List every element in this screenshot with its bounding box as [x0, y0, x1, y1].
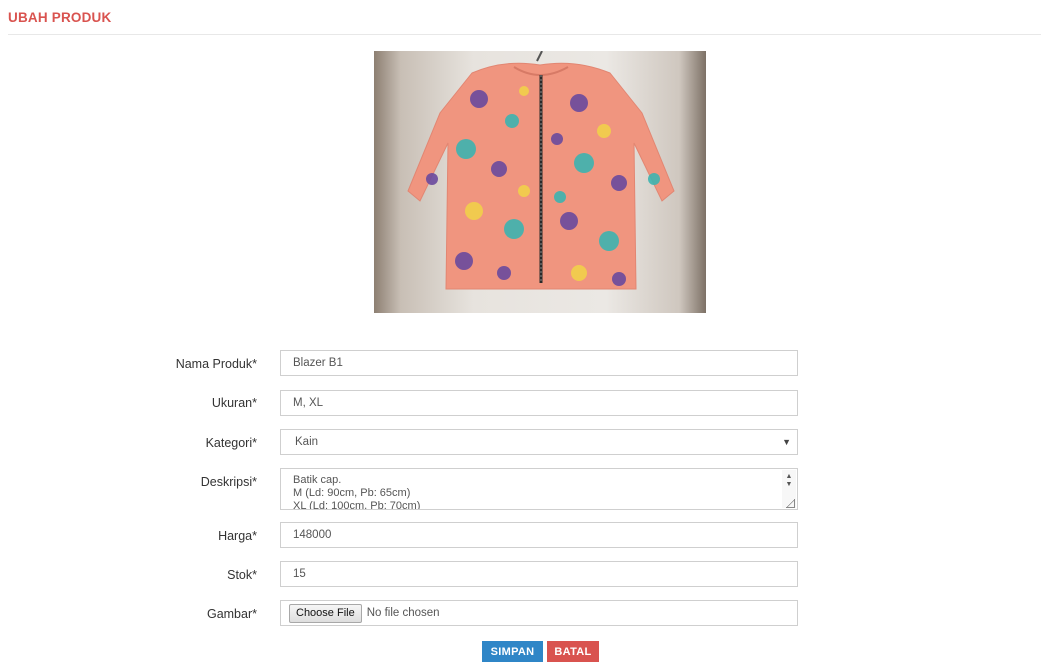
price-input[interactable]: 148000: [280, 522, 798, 548]
save-button[interactable]: SIMPAN: [482, 641, 543, 662]
category-value: Kain: [295, 436, 319, 448]
category-select[interactable]: Kain ▼: [280, 429, 798, 455]
description-label: Deskripsi*: [200, 475, 257, 489]
title-divider: [8, 34, 1041, 35]
product-image: [374, 51, 706, 313]
name-label: Nama Produk*: [175, 357, 257, 371]
stock-input[interactable]: 15: [280, 561, 798, 587]
description-textarea[interactable]: Batik cap. M (Ld: 90cm, Pb: 65cm) XL (Ld…: [280, 468, 798, 510]
cancel-button[interactable]: BATAL: [547, 641, 599, 662]
resize-grip-icon[interactable]: [786, 499, 795, 508]
price-label: Harga*: [218, 529, 257, 543]
description-line: M (Ld: 90cm, Pb: 65cm): [293, 487, 411, 499]
stock-label: Stok*: [227, 568, 257, 582]
image-label: Gambar*: [206, 607, 257, 621]
choose-file-button[interactable]: Choose File: [289, 603, 362, 623]
category-label: Kategori*: [205, 436, 257, 450]
size-label: Ukuran*: [211, 396, 257, 410]
chevron-down-icon: ▼: [782, 437, 791, 447]
description-line: XL (Ld: 100cm, Pb: 70cm): [293, 500, 421, 510]
size-input[interactable]: M, XL: [280, 390, 798, 416]
product-name-input[interactable]: Blazer B1: [280, 350, 798, 376]
description-line: Batik cap.: [293, 474, 342, 486]
page-title: UBAH PRODUK: [8, 10, 112, 25]
file-status: No file chosen: [366, 607, 440, 619]
image-file-input[interactable]: Choose File No file chosen: [280, 600, 798, 626]
